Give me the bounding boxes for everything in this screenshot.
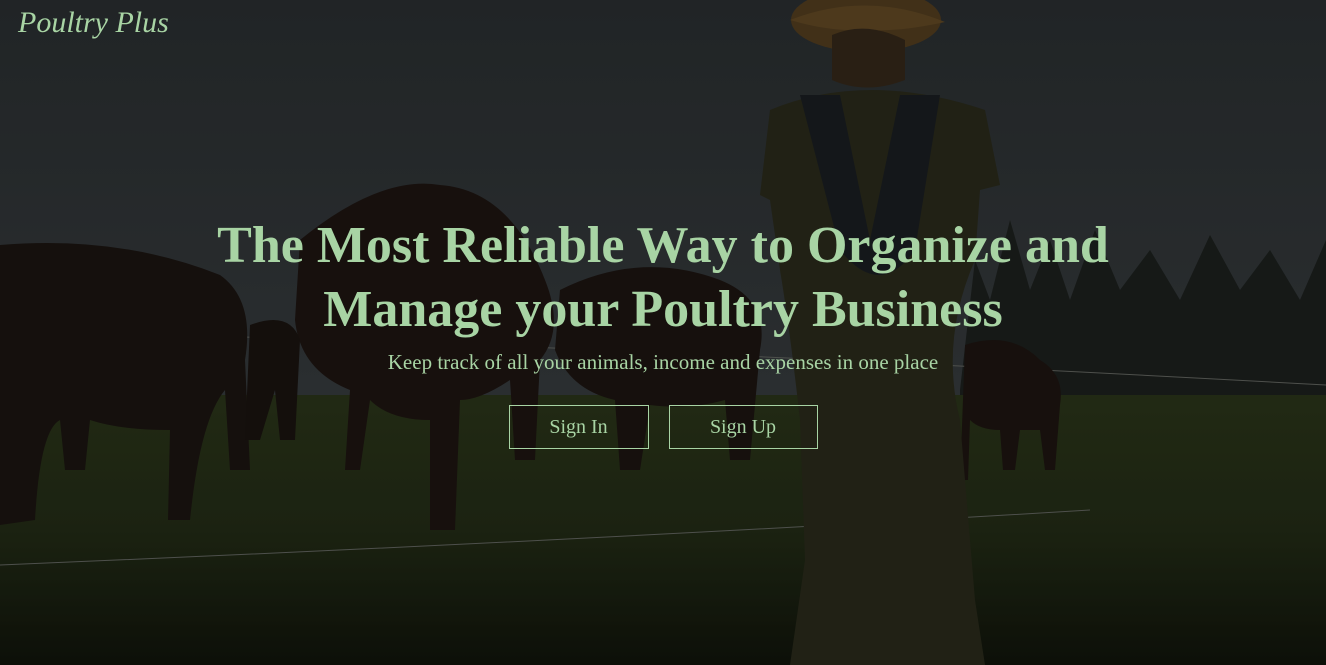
brand-logo-link[interactable]: Poultry Plus — [18, 6, 169, 40]
hero-actions: Sign In Sign Up — [0, 405, 1326, 449]
hero-subtitle: Keep track of all your animals, income a… — [387, 350, 939, 374]
hero-section: The Most Reliable Way to Organize and Ma… — [0, 214, 1326, 449]
sign-in-button[interactable]: Sign In — [508, 405, 649, 449]
hero-headline: The Most Reliable Way to Organize and Ma… — [217, 217, 1109, 338]
sign-up-button[interactable]: Sign Up — [668, 405, 818, 449]
